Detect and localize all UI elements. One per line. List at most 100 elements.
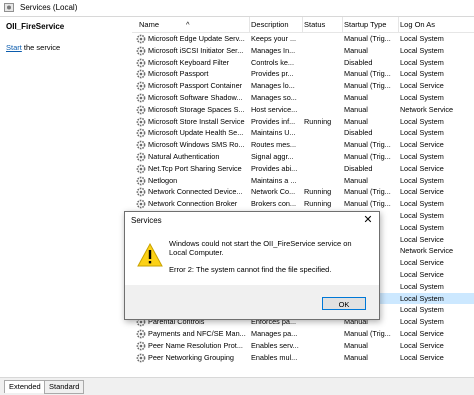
sort-caret-icon: ^: [186, 20, 190, 29]
status-cell: Running: [304, 187, 332, 197]
description-cell: Manages In...: [251, 45, 296, 55]
table-row[interactable]: Microsoft Storage Spaces S... Host servic…: [132, 104, 474, 116]
start-service-suffix: the service: [21, 43, 61, 52]
table-row[interactable]: Peer Name Resolution Prot... Enables serv…: [132, 340, 474, 352]
service-gear-icon: [136, 329, 146, 339]
logon-cell: Local System: [400, 210, 444, 220]
description-cell: Provides abi...: [251, 163, 298, 173]
startup-type-cell: Manual (Trig...: [344, 34, 391, 43]
table-row[interactable]: Netlogon Maintains a ... Manual Local Syste…: [132, 175, 474, 187]
service-name-cell: Netlogon: [148, 175, 178, 185]
description-cell: Provides pr...: [251, 69, 294, 79]
table-row[interactable]: Network Connected Device... Network Co...…: [132, 186, 474, 198]
tab-standard[interactable]: Standard: [44, 380, 85, 394]
service-name-cell: Microsoft Update Health Se...: [148, 128, 244, 138]
logon-cell: Local System: [400, 317, 444, 327]
description-cell: Controls ke...: [251, 57, 294, 67]
service-gear-icon: [136, 187, 146, 197]
startup-type-cell: Disabled: [344, 163, 373, 173]
column-header-description[interactable]: Description: [251, 20, 289, 29]
logon-cell: Local System: [400, 281, 444, 291]
logon-cell: Local Service: [400, 81, 444, 91]
service-name-cell: Payments and NFC/SE Man...: [148, 328, 246, 338]
service-name-cell: Peer Name Resolution Prot...: [148, 340, 243, 350]
startup-type-cell: Manual (Trig...: [344, 69, 391, 79]
service-name-cell: Microsoft Store Install Service: [148, 116, 245, 126]
service-gear-icon: [136, 199, 146, 209]
service-gear-icon: [136, 105, 146, 115]
description-cell: Network Co...: [251, 187, 296, 197]
description-cell: Enables serv...: [251, 340, 299, 350]
table-row[interactable]: Microsoft Keyboard Filter Controls ke... D…: [132, 57, 474, 69]
selected-service-name: OII_FireService: [6, 22, 65, 31]
startup-type-cell: Manual (Trig...: [344, 199, 391, 209]
start-service-link[interactable]: Start: [6, 43, 22, 52]
ok-button[interactable]: OK: [322, 297, 366, 310]
table-row[interactable]: Microsoft Windows SMS Ro... Routes mes...…: [132, 139, 474, 151]
service-name-cell: Microsoft Windows SMS Ro...: [148, 140, 245, 150]
logon-cell: Network Service: [400, 104, 454, 114]
description-cell: Brokers con...: [251, 199, 297, 209]
startup-type-cell: Manual (Trig...: [344, 81, 391, 91]
logon-cell: Local System: [400, 34, 444, 43]
logon-cell: Local Service: [400, 340, 444, 350]
column-header-status[interactable]: Status: [304, 20, 325, 29]
table-row[interactable]: Microsoft Passport Provides pr... Manual (…: [132, 68, 474, 80]
description-cell: Manages so...: [251, 92, 297, 102]
startup-type-cell: Manual: [344, 92, 368, 102]
service-gear-icon: [136, 176, 146, 185]
logon-cell: Local System: [400, 305, 444, 315]
description-cell: Routes mes...: [251, 140, 297, 150]
logon-cell: Local Service: [400, 328, 444, 338]
service-name-cell: Network Connection Broker: [148, 199, 238, 209]
status-cell: Running: [304, 116, 332, 126]
table-row[interactable]: Microsoft Passport Container Manages lo..…: [132, 80, 474, 92]
table-row[interactable]: Microsoft Software Shadow... Manages so..…: [132, 92, 474, 104]
warning-icon: [137, 243, 163, 267]
service-name-cell: Network Connected Device...: [148, 187, 243, 197]
table-row[interactable]: Network Connection Broker Brokers con... R…: [132, 198, 474, 210]
service-gear-icon: [136, 164, 146, 174]
service-name-cell: Microsoft iSCSI Initiator Ser...: [148, 45, 244, 55]
logon-cell: Local Service: [400, 269, 444, 279]
dialog-title: Services: [131, 216, 162, 225]
service-gear-icon: [136, 140, 146, 150]
service-gear-icon: [136, 46, 146, 56]
startup-type-cell: Manual (Trig...: [344, 140, 391, 150]
view-tabs-bar: Extended Standard: [0, 377, 474, 395]
service-name-cell: Microsoft Edge Update Serv...: [148, 34, 245, 43]
table-row[interactable]: Net.Tcp Port Sharing Service Provides abi…: [132, 163, 474, 175]
logon-cell: Local System: [400, 293, 444, 303]
service-gear-icon: [136, 34, 146, 44]
service-gear-icon: [136, 69, 146, 79]
service-name-cell: Microsoft Software Shadow...: [148, 92, 243, 102]
tab-extended[interactable]: Extended: [4, 380, 46, 393]
dialog-body: Windows could not start the OII_FireServ…: [125, 229, 379, 285]
table-row[interactable]: Natural Authentication Signal aggr... Manu…: [132, 151, 474, 163]
column-header-logon[interactable]: Log On As: [400, 20, 435, 29]
logon-cell: Local Service: [400, 140, 444, 150]
table-row[interactable]: Microsoft Update Health Se... Maintains U…: [132, 127, 474, 139]
startup-type-cell: Manual (Trig...: [344, 187, 391, 197]
description-cell: Provides inf...: [251, 116, 296, 126]
description-cell: Maintains U...: [251, 128, 296, 138]
description-cell: Signal aggr...: [251, 151, 294, 161]
dialog-error-detail: Error 2: The system cannot find the file…: [169, 265, 332, 274]
logon-cell: Local System: [400, 57, 444, 67]
column-header-startup-type[interactable]: Startup Type: [344, 20, 386, 29]
startup-type-cell: Manual: [344, 175, 368, 185]
table-row[interactable]: Payments and NFC/SE Man... Manages pa... M…: [132, 328, 474, 340]
logon-cell: Local System: [400, 151, 444, 161]
column-header-name[interactable]: Name: [139, 20, 159, 29]
table-row[interactable]: Microsoft Store Install Service Provides …: [132, 116, 474, 128]
startup-type-cell: Manual: [344, 45, 368, 55]
service-gear-icon: [136, 353, 146, 362]
description-cell: Manages pa...: [251, 328, 298, 338]
service-gear-icon: [136, 128, 146, 138]
services-list: ^ Name Description Status Startup Type L…: [132, 17, 474, 377]
logon-cell: Local Service: [400, 234, 444, 244]
table-row[interactable]: Microsoft Edge Update Serv... Keeps your …: [132, 33, 474, 45]
table-row[interactable]: Peer Networking Grouping Enables mul... Ma…: [132, 352, 474, 364]
table-row[interactable]: Microsoft iSCSI Initiator Ser... Manages …: [132, 45, 474, 57]
close-icon[interactable]: ✕: [361, 213, 375, 227]
